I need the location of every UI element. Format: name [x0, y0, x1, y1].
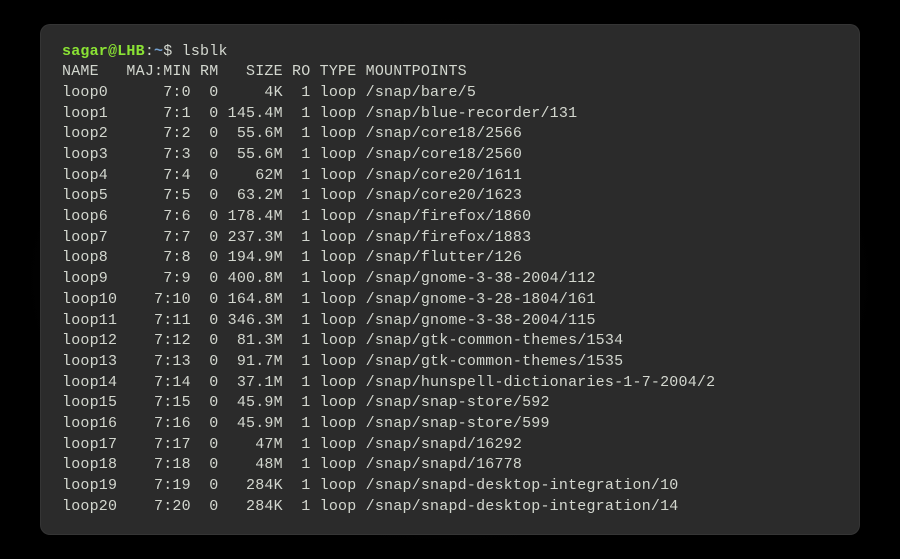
prompt-dollar: $ — [163, 43, 181, 60]
prompt-at: @ — [108, 43, 117, 60]
lsblk-row: loop0 7:0 0 4K 1 loop /snap/bare/5 — [62, 83, 838, 104]
lsblk-row: loop4 7:4 0 62M 1 loop /snap/core20/1611 — [62, 166, 838, 187]
lsblk-row: loop6 7:6 0 178.4M 1 loop /snap/firefox/… — [62, 207, 838, 228]
lsblk-row: loop14 7:14 0 37.1M 1 loop /snap/hunspel… — [62, 373, 838, 394]
lsblk-row: loop19 7:19 0 284K 1 loop /snap/snapd-de… — [62, 476, 838, 497]
lsblk-row: loop1 7:1 0 145.4M 1 loop /snap/blue-rec… — [62, 104, 838, 125]
lsblk-row: loop7 7:7 0 237.3M 1 loop /snap/firefox/… — [62, 228, 838, 249]
lsblk-row: loop13 7:13 0 91.7M 1 loop /snap/gtk-com… — [62, 352, 838, 373]
lsblk-row: loop11 7:11 0 346.3M 1 loop /snap/gnome-… — [62, 311, 838, 332]
prompt-user: sagar — [62, 43, 108, 60]
lsblk-row: loop5 7:5 0 63.2M 1 loop /snap/core20/16… — [62, 186, 838, 207]
lsblk-row: loop15 7:15 0 45.9M 1 loop /snap/snap-st… — [62, 393, 838, 414]
lsblk-row: loop18 7:18 0 48M 1 loop /snap/snapd/167… — [62, 455, 838, 476]
lsblk-row: loop17 7:17 0 47M 1 loop /snap/snapd/162… — [62, 435, 838, 456]
lsblk-row: loop16 7:16 0 45.9M 1 loop /snap/snap-st… — [62, 414, 838, 435]
lsblk-row: loop3 7:3 0 55.6M 1 loop /snap/core18/25… — [62, 145, 838, 166]
prompt-colon: : — [145, 43, 154, 60]
command-text: lsblk — [182, 43, 228, 60]
lsblk-row: loop9 7:9 0 400.8M 1 loop /snap/gnome-3-… — [62, 269, 838, 290]
lsblk-row: loop2 7:2 0 55.6M 1 loop /snap/core18/25… — [62, 124, 838, 145]
lsblk-row: loop12 7:12 0 81.3M 1 loop /snap/gtk-com… — [62, 331, 838, 352]
lsblk-row: loop10 7:10 0 164.8M 1 loop /snap/gnome-… — [62, 290, 838, 311]
terminal-window[interactable]: sagar@LHB:~$ lsblk NAME MAJ:MIN RM SIZE … — [40, 24, 860, 536]
prompt-path: ~ — [154, 43, 163, 60]
prompt-host: LHB — [117, 43, 145, 60]
lsblk-row: loop20 7:20 0 284K 1 loop /snap/snapd-de… — [62, 497, 838, 518]
lsblk-header: NAME MAJ:MIN RM SIZE RO TYPE MOUNTPOINTS — [62, 62, 838, 83]
lsblk-output: loop0 7:0 0 4K 1 loop /snap/bare/5loop1 … — [62, 83, 838, 517]
prompt-line: sagar@LHB:~$ lsblk — [62, 42, 838, 63]
lsblk-row: loop8 7:8 0 194.9M 1 loop /snap/flutter/… — [62, 248, 838, 269]
